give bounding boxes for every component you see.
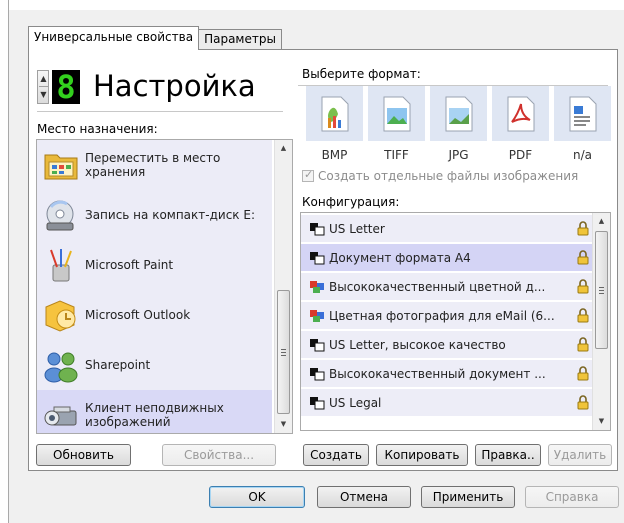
- config-item-label: US Legal: [329, 395, 382, 410]
- page-title: Настройка: [93, 69, 256, 103]
- config-item-label: Документ формата A4: [329, 250, 471, 265]
- copy-button[interactable]: Копировать: [376, 444, 468, 466]
- bw-config-icon: [305, 251, 329, 265]
- scroll-thumb[interactable]: [595, 231, 608, 349]
- scroll-down-icon[interactable]: ▼: [593, 413, 610, 430]
- scroll-up-icon[interactable]: ▲: [275, 140, 292, 157]
- bw-config-icon: [305, 367, 329, 381]
- lock-icon: [573, 337, 593, 352]
- color-config-icon: [305, 280, 329, 294]
- title-divider: [37, 111, 283, 112]
- destination-item-storage[interactable]: Переместить в место хранения: [37, 140, 272, 190]
- window-frame-left: [0, 0, 9, 523]
- edit-button[interactable]: Правка..: [475, 444, 541, 466]
- config-item-label: Цветная фотография для eMail (6...: [329, 308, 555, 323]
- lock-icon: [573, 395, 593, 410]
- format-jpg[interactable]: [430, 86, 487, 141]
- separate-files-option[interactable]: Создать отдельные файлы изображения: [302, 168, 579, 183]
- format-na-label: n/a: [572, 148, 592, 162]
- apply-button[interactable]: Применить: [421, 486, 515, 508]
- lock-icon: [573, 279, 593, 294]
- destination-item-cd[interactable]: Запись на компакт-диск E:: [37, 190, 272, 240]
- destination-item-label: Microsoft Paint: [85, 258, 174, 272]
- config-item-label: US Letter, высокое качество: [329, 337, 506, 352]
- button-number-display: 8: [52, 70, 80, 104]
- format-bmp[interactable]: [306, 86, 363, 141]
- configuration-label: Конфигурация:: [302, 195, 400, 209]
- ok-button[interactable]: OK: [209, 486, 305, 508]
- config-spinner[interactable]: ▲ ▼: [37, 70, 49, 104]
- format-pdf[interactable]: [492, 86, 549, 141]
- bw-config-icon: [305, 338, 329, 352]
- destination-item-label: Переместить в место хранения: [85, 151, 221, 179]
- config-item-label: Высококачественный документ ...: [329, 366, 546, 381]
- na-file-icon: [569, 96, 596, 131]
- destination-item-still-image[interactable]: Клиент неподвижных изображений: [37, 390, 272, 433]
- outlook-icon: [37, 291, 85, 339]
- config-item[interactable]: Высококачественный документ ...: [301, 360, 593, 387]
- sharepoint-icon: [37, 341, 85, 389]
- format-pdf-label: PDF: [508, 148, 533, 162]
- color-config-icon: [305, 309, 329, 323]
- pdf-file-icon: [507, 96, 534, 131]
- config-item[interactable]: Высококачественный цветной д...: [301, 273, 593, 300]
- config-item-label: Высококачественный цветной д...: [329, 279, 546, 294]
- lock-icon: [573, 366, 593, 381]
- config-item[interactable]: Цветная фотография для eMail (6...: [301, 302, 593, 329]
- lock-icon: [573, 250, 593, 265]
- config-item[interactable]: US Letter, высокое качество: [301, 331, 593, 358]
- destination-scrollbar[interactable]: ▲ ▼: [274, 140, 292, 433]
- folder-storage-icon: [37, 141, 85, 189]
- format-label: Выберите формат:: [302, 67, 421, 81]
- tab-strip: Универсальные свойства Параметры: [28, 26, 282, 50]
- jpg-file-icon: [445, 96, 472, 131]
- configuration-scrollbar[interactable]: ▲ ▼: [592, 213, 610, 430]
- destination-item-label: Sharepoint: [85, 358, 151, 372]
- scroll-thumb[interactable]: [277, 290, 290, 414]
- config-item[interactable]: US Letter: [301, 215, 593, 242]
- properties-button[interactable]: Свойства...: [162, 444, 276, 466]
- destination-item-label: Запись на компакт-диск E:: [85, 208, 255, 222]
- tab-universal-properties[interactable]: Универсальные свойства: [28, 26, 200, 50]
- cancel-button[interactable]: Отмена: [317, 486, 411, 508]
- spinner-down-icon[interactable]: ▼: [39, 87, 48, 103]
- destination-item-outlook[interactable]: Microsoft Outlook: [37, 290, 272, 340]
- tiff-file-icon: [383, 96, 410, 131]
- cd-burn-icon: [37, 191, 85, 239]
- scroll-down-icon[interactable]: ▼: [275, 416, 292, 433]
- bw-config-icon: [305, 222, 329, 236]
- format-tiff[interactable]: [368, 86, 425, 141]
- bw-config-icon: [305, 396, 329, 410]
- tab-parameters[interactable]: Параметры: [198, 29, 282, 49]
- bmp-file-icon: [321, 96, 348, 131]
- refresh-button[interactable]: Обновить: [36, 444, 131, 466]
- destination-item-label: Клиент неподвижных изображений: [85, 401, 224, 429]
- destination-list[interactable]: Переместить в место хранения Запись на к…: [36, 139, 293, 434]
- scroll-up-icon[interactable]: ▲: [593, 213, 610, 230]
- destination-item-sharepoint[interactable]: Sharepoint: [37, 340, 272, 390]
- paint-icon: [37, 241, 85, 289]
- config-item-label: US Letter: [329, 221, 385, 236]
- format-na[interactable]: [554, 86, 611, 141]
- lock-icon: [573, 221, 593, 236]
- window-frame-top: [0, 0, 624, 10]
- destination-label: Место назначения:: [37, 122, 158, 136]
- separate-files-label: Создать отдельные файлы изображения: [318, 169, 579, 183]
- config-item[interactable]: Документ формата A4: [301, 244, 593, 271]
- lock-icon: [573, 308, 593, 323]
- configuration-list[interactable]: US Letter Документ формата A4 Высококаче…: [300, 212, 611, 431]
- spinner-up-icon[interactable]: ▲: [39, 71, 48, 87]
- help-button[interactable]: Справка: [525, 486, 619, 508]
- still-image-client-icon: [37, 391, 85, 433]
- destination-item-paint[interactable]: Microsoft Paint: [37, 240, 272, 290]
- create-button[interactable]: Создать: [303, 444, 369, 466]
- format-jpg-label: JPG: [448, 148, 469, 162]
- delete-button[interactable]: Удалить: [548, 444, 612, 466]
- config-item[interactable]: US Legal: [301, 389, 593, 416]
- format-bmp-label: BMP: [321, 148, 348, 162]
- separate-files-checkbox[interactable]: [302, 168, 314, 182]
- destination-item-label: Microsoft Outlook: [85, 308, 191, 322]
- format-tiff-label: TIFF: [384, 148, 409, 162]
